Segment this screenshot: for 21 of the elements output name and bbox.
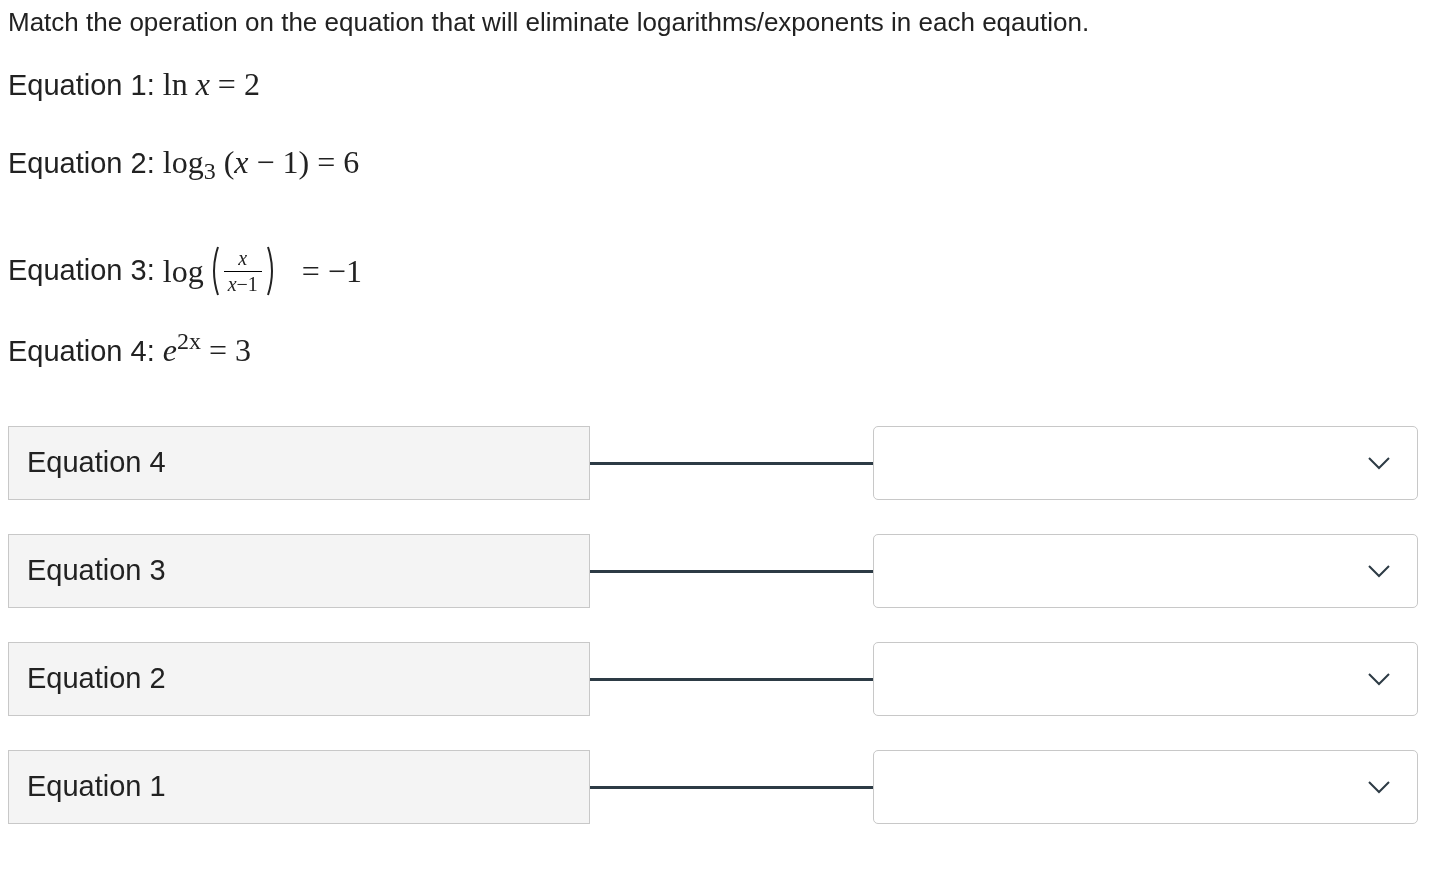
answer-dropdown[interactable] bbox=[873, 426, 1418, 500]
equation-prompt: Equation 2 bbox=[8, 642, 590, 716]
equation-label: Equation 1: bbox=[8, 68, 155, 103]
equation-label: Equation 4: bbox=[8, 334, 155, 369]
chevron-down-icon bbox=[1367, 780, 1391, 794]
equation-math: e$^{2x}$ = 3 bbox=[162, 327, 251, 370]
chevron-down-icon bbox=[1367, 456, 1391, 470]
equation-prompt: Equation 1 bbox=[8, 750, 590, 824]
instruction-text: Match the operation on the equation that will eliminate logarithms/exponents in each eqaution. bbox=[8, 6, 1091, 39]
equation-math: log x x−1 = −1 bbox=[162, 245, 362, 297]
equation-label: Equation 2: bbox=[8, 146, 155, 181]
answer-dropdown[interactable] bbox=[873, 750, 1418, 824]
answer-dropdown[interactable] bbox=[873, 534, 1418, 608]
chevron-down-icon bbox=[1367, 672, 1391, 686]
chevron-down-icon bbox=[1367, 564, 1391, 578]
equation-math: log$_{3}$ (x − 1) = 6 bbox=[162, 143, 360, 186]
equation-label: Equation 3: bbox=[8, 253, 155, 289]
equation-prompt: Equation 3 bbox=[8, 534, 590, 608]
answer-dropdown[interactable] bbox=[873, 642, 1418, 716]
equation-prompt: Equation 4 bbox=[8, 426, 590, 500]
equation-math: ln x = 2 bbox=[162, 65, 260, 104]
